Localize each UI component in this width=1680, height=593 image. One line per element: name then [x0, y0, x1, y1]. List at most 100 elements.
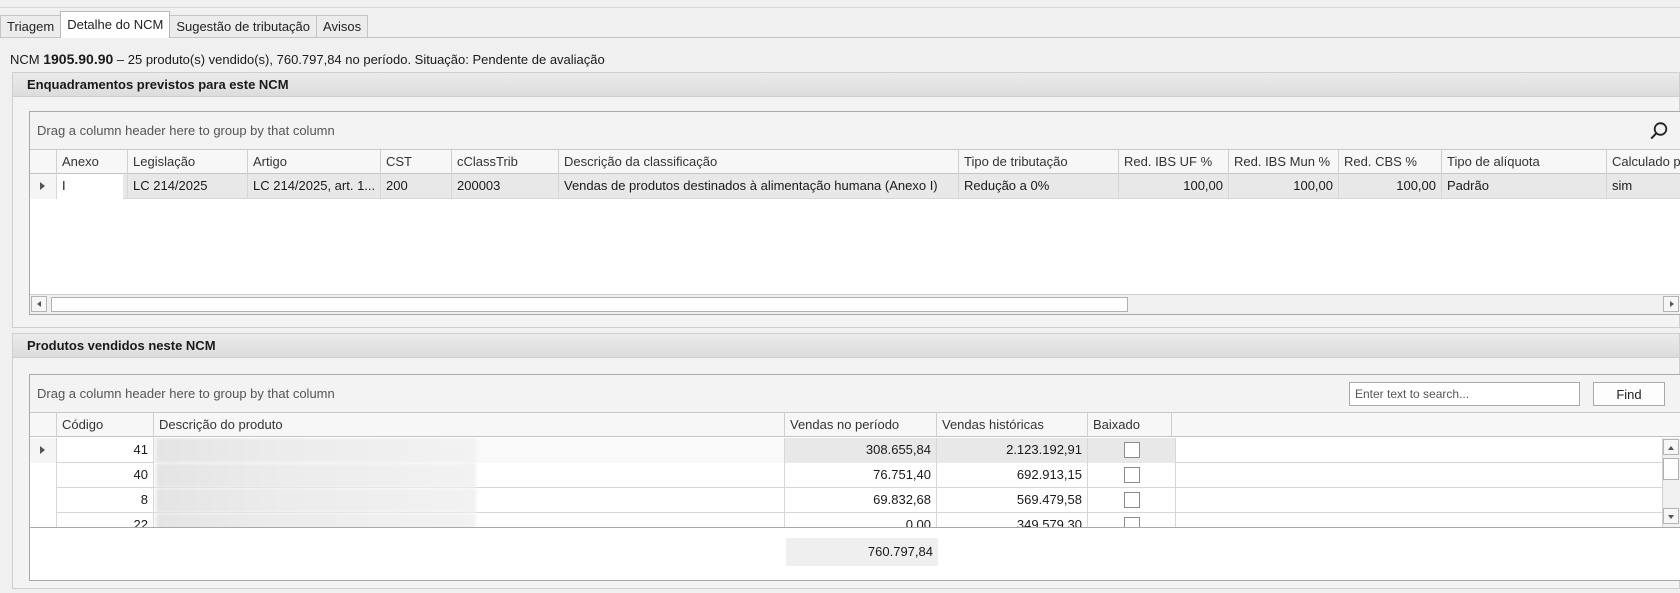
cell-vendas-periodo[interactable]: 69.832,68: [784, 488, 936, 513]
scroll-right-button[interactable]: [1663, 296, 1679, 312]
search-input[interactable]: [1349, 382, 1580, 406]
cell-vendas-historicas[interactable]: 692.913,15: [936, 463, 1087, 488]
arrow-right-icon: [1670, 301, 1674, 307]
col-red-ibs-mun[interactable]: Red. IBS Mun %: [1228, 150, 1334, 174]
ncm-summary: NCM 1905.90.90 – 25 produto(s) vendido(s…: [10, 51, 605, 67]
table-row[interactable]: 22 0,00 349.579,30: [30, 513, 1662, 527]
cell-vendas-periodo[interactable]: 0,00: [784, 513, 936, 527]
cell-descricao-produto[interactable]: [153, 488, 784, 513]
cell-descricao-produto[interactable]: [153, 513, 784, 527]
cell-codigo[interactable]: 22: [56, 513, 153, 527]
scroll-thumb[interactable]: [1663, 458, 1679, 480]
col-descricao[interactable]: Descrição da classificação: [558, 150, 954, 174]
cell-descricao-produto[interactable]: [153, 438, 784, 463]
group-hint: Drag a column header here to group by th…: [37, 386, 335, 401]
col-tipo-aliquota[interactable]: Tipo de alíquota: [1441, 150, 1602, 174]
cell-calculado[interactable]: sim: [1606, 174, 1680, 199]
row-indicator: [30, 438, 56, 463]
arrow-up-icon: [1668, 446, 1674, 450]
cell-vendas-historicas[interactable]: 349.579,30: [936, 513, 1087, 527]
cell-codigo[interactable]: 40: [56, 463, 153, 488]
group-hint: Drag a column header here to group by th…: [37, 123, 335, 138]
col-descricao-produto[interactable]: Descrição do produto: [153, 413, 780, 437]
col-red-cbs[interactable]: Red. CBS %: [1338, 150, 1437, 174]
produtos-group: Produtos vendidos neste NCM Drag a colum…: [12, 333, 1680, 589]
redacted-text: [156, 488, 476, 513]
col-calculado[interactable]: Calculado p: [1606, 150, 1680, 174]
row-pointer-icon: [40, 182, 45, 190]
table-row[interactable]: 8 69.832,68 569.479,58: [30, 488, 1662, 513]
baixado-checkbox[interactable]: [1124, 467, 1140, 483]
search-icon[interactable]: [1649, 121, 1669, 141]
scroll-down-button[interactable]: [1663, 508, 1679, 524]
cell-codigo[interactable]: 8: [56, 488, 153, 513]
cell-cclasstrib[interactable]: 200003: [451, 174, 558, 199]
tab-detalhe-ncm[interactable]: Detalhe do NCM: [60, 11, 171, 38]
scroll-left-button[interactable]: [31, 296, 47, 312]
cell-vendas-periodo[interactable]: 76.751,40: [784, 463, 936, 488]
enquadramentos-header-row: Anexo Legislação Artigo CST cClassTrib D…: [30, 150, 1680, 174]
arrow-left-icon: [37, 301, 41, 307]
cell-descricao[interactable]: Vendas de produtos destinados à alimenta…: [558, 174, 958, 199]
summary-prefix: NCM: [10, 52, 44, 67]
redacted-text: [156, 463, 476, 488]
arrow-down-icon: [1668, 515, 1674, 519]
find-button[interactable]: Find: [1593, 382, 1665, 406]
horizontal-scrollbar[interactable]: [30, 294, 1680, 314]
cell-artigo[interactable]: LC 214/2025, art. 1...: [247, 174, 380, 199]
cell-baixado: [1087, 488, 1176, 513]
group-panel[interactable]: Drag a column header here to group by th…: [30, 112, 1680, 150]
redacted-text: [156, 438, 476, 463]
row-indicator: [30, 174, 56, 199]
cell-red-ibs-mun[interactable]: 100,00: [1228, 174, 1338, 199]
table-row[interactable]: I LC 214/2025 LC 214/2025, art. 1... 200…: [30, 174, 1680, 199]
cell-baixado: [1087, 513, 1176, 527]
cell-baixado: [1087, 438, 1176, 463]
cell-anexo[interactable]: I: [56, 174, 123, 199]
col-artigo[interactable]: Artigo: [247, 150, 376, 174]
cell-vendas-periodo[interactable]: 308.655,84: [784, 438, 936, 463]
cell-descricao-produto[interactable]: [153, 463, 784, 488]
cell-vendas-historicas[interactable]: 569.479,58: [936, 488, 1087, 513]
row-pointer-icon: [40, 446, 45, 454]
cell-codigo[interactable]: 41: [56, 438, 153, 463]
enquadramentos-title: Enquadramentos previstos para este NCM: [13, 73, 1679, 97]
cell-tipo-tributacao[interactable]: Redução a 0%: [958, 174, 1118, 199]
col-anexo[interactable]: Anexo: [56, 150, 123, 174]
col-codigo[interactable]: Código: [56, 413, 149, 437]
table-row[interactable]: 41 308.655,84 2.123.192,91: [30, 438, 1662, 463]
col-legislacao[interactable]: Legislação: [127, 150, 243, 174]
col-cst[interactable]: CST: [380, 150, 447, 174]
col-vendas-historicas[interactable]: Vendas históricas: [936, 413, 1083, 437]
cell-cst[interactable]: 200: [380, 174, 451, 199]
col-baixado[interactable]: Baixado: [1087, 413, 1172, 437]
baixado-checkbox[interactable]: [1124, 517, 1140, 527]
scroll-thumb[interactable]: [51, 297, 1128, 312]
baixado-checkbox[interactable]: [1124, 442, 1140, 458]
col-cclasstrib[interactable]: cClassTrib: [451, 150, 554, 174]
produtos-rows: 41 308.655,84 2.123.192,91 40 76.751,40 …: [30, 438, 1662, 527]
col-vendas-periodo[interactable]: Vendas no período: [784, 413, 932, 437]
table-row[interactable]: 40 76.751,40 692.913,15: [30, 463, 1662, 488]
col-red-ibs-uf[interactable]: Red. IBS UF %: [1118, 150, 1224, 174]
window-top-strip: [0, 0, 1680, 8]
cell-tipo-aliquota[interactable]: Padrão: [1441, 174, 1606, 199]
cell-red-cbs[interactable]: 100,00: [1338, 174, 1441, 199]
cell-red-ibs-uf[interactable]: 100,00: [1118, 174, 1228, 199]
produtos-title: Produtos vendidos neste NCM: [13, 334, 1679, 358]
total-vendas-periodo: 760.797,84: [786, 538, 938, 566]
tab-sugestao-tributacao[interactable]: Sugestão de tributação: [169, 15, 318, 38]
produtos-grid: Drag a column header here to group by th…: [29, 374, 1680, 581]
group-panel[interactable]: Drag a column header here to group by th…: [30, 375, 1680, 413]
scroll-up-button[interactable]: [1663, 439, 1679, 455]
produtos-header-row: Código Descrição do produto Vendas no pe…: [30, 413, 1680, 437]
cell-legislacao[interactable]: LC 214/2025: [127, 174, 247, 199]
tab-avisos[interactable]: Avisos: [316, 15, 369, 38]
col-tipo-tributacao[interactable]: Tipo de tributação: [958, 150, 1114, 174]
vertical-scrollbar[interactable]: [1662, 438, 1680, 527]
tab-triagem[interactable]: Triagem: [0, 15, 62, 38]
summary-details: – 25 produto(s) vendido(s), 760.797,84 n…: [113, 52, 605, 67]
cell-vendas-historicas[interactable]: 2.123.192,91: [936, 438, 1087, 463]
tab-strip: Triagem Detalhe do NCM Sugestão de tribu…: [0, 11, 369, 38]
baixado-checkbox[interactable]: [1124, 492, 1140, 508]
